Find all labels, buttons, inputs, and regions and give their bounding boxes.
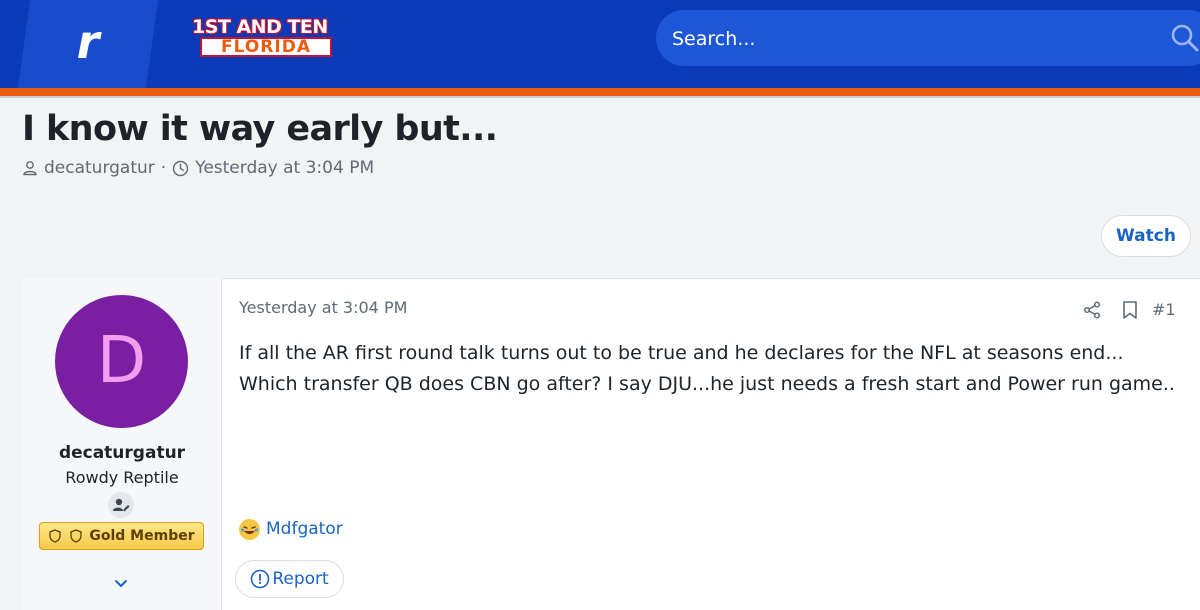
shield-icon	[70, 529, 83, 543]
thread-author-link[interactable]: decaturgatur	[44, 155, 155, 181]
reaction-bar[interactable]: Mdfgator	[239, 516, 343, 542]
site-logo[interactable]: 1ST AND TEN FLORIDA	[192, 17, 333, 57]
thread-meta: decaturgatur · Yesterday at 3:04 PM	[22, 155, 374, 181]
header-accent-stripe	[0, 88, 1200, 96]
report-label: Report	[272, 569, 329, 589]
post-username[interactable]: decaturgatur	[22, 440, 222, 466]
laugh-emoji-icon	[239, 518, 260, 540]
watch-button[interactable]: Watch	[1101, 215, 1191, 257]
search-bar[interactable]	[656, 10, 1200, 68]
meta-separator: ·	[160, 158, 167, 178]
report-button[interactable]: Report	[235, 560, 344, 598]
search-input[interactable]	[670, 10, 1144, 68]
user-title: Rowdy Reptile	[65, 468, 179, 487]
gold-member-badge: Gold Member	[39, 522, 204, 550]
chevron-down-icon[interactable]	[110, 572, 132, 594]
post-number-link[interactable]: #1	[1152, 297, 1176, 323]
post-timestamp[interactable]: Yesterday at 3:04 PM	[239, 295, 407, 321]
bookmark-icon[interactable]	[1121, 300, 1139, 320]
user-badge-icon	[108, 492, 134, 518]
user-icon	[23, 161, 37, 176]
thread-start-date[interactable]: Yesterday at 3:04 PM	[195, 155, 374, 181]
site-logo-line1: 1ST AND TEN	[192, 16, 328, 38]
reaction-user-link[interactable]: Mdfgator	[266, 516, 343, 542]
thread-title: I know it way early but...	[22, 109, 498, 149]
clock-icon	[173, 160, 189, 176]
post-body: If all the AR first round talk turns out…	[239, 342, 1175, 395]
shield-icon	[49, 529, 62, 543]
site-logo-line2: FLORIDA	[200, 37, 332, 57]
alert-circle-icon	[251, 569, 270, 589]
member-badge-label: Gold Member	[89, 528, 195, 544]
avatar[interactable]: D	[55, 295, 188, 428]
search-icon[interactable]	[1170, 23, 1200, 53]
header-accent-line	[0, 96, 1200, 98]
site-header: r 1ST AND TEN FLORIDA	[0, 0, 1200, 88]
app-logo-letter[interactable]: r	[68, 14, 108, 70]
share-icon[interactable]	[1082, 300, 1102, 320]
